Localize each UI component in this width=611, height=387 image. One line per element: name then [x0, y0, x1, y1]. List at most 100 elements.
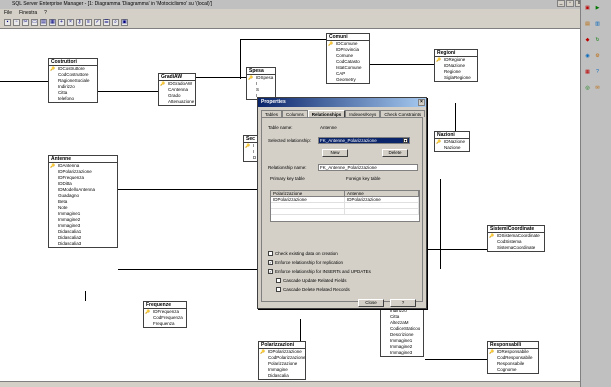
enforce-insert-update-checkbox[interactable]: ✓ Enforce relationship for INSERTs and U…: [268, 269, 371, 274]
status-bar: [0, 381, 580, 387]
tab-relationships[interactable]: Relationships: [307, 110, 346, 117]
dialog-tabs: Tables Columns Relationships Indexes/Key…: [261, 110, 426, 117]
new-table-icon[interactable]: ▦: [49, 19, 56, 26]
cascade-delete-checkbox[interactable]: Cascade Delete Related Records: [276, 287, 350, 292]
minimize-button[interactable]: _: [557, 0, 565, 7]
checkbox-box[interactable]: [276, 287, 281, 292]
menu-file[interactable]: File: [4, 9, 12, 17]
folder-icon[interactable]: ▤: [583, 20, 592, 29]
app-icon[interactable]: ▣: [583, 4, 592, 13]
relationship-line[interactable]: [440, 179, 441, 269]
relationship-icon[interactable]: ⚷: [76, 19, 83, 26]
restore-button[interactable]: ▫: [566, 0, 574, 7]
relationship-line[interactable]: [425, 249, 487, 250]
delete-icon[interactable]: ×: [67, 19, 74, 26]
help-icon[interactable]: ?: [593, 68, 602, 77]
check-existing-data-checkbox[interactable]: Check existing data on creation: [268, 251, 338, 256]
relationship-line[interactable]: [196, 77, 246, 78]
table-title: GradiAW: [159, 74, 195, 81]
tab-tables[interactable]: Tables: [261, 110, 283, 117]
database-icon[interactable]: ◉: [583, 52, 592, 61]
grid-row[interactable]: [271, 209, 419, 215]
checkbox-label: Enforce relationship for INSERTs and UPD…: [275, 269, 371, 274]
network-icon[interactable]: ◎: [583, 84, 592, 93]
chart-icon[interactable]: ▦: [583, 68, 592, 77]
table-sistemicoordinate[interactable]: SistemiCoordinate IDSistemaCoordinate Co…: [487, 225, 545, 252]
menu-window[interactable]: Finestra: [19, 9, 37, 17]
copy-icon[interactable]: ▭: [31, 19, 38, 26]
relationship-line[interactable]: [85, 291, 86, 301]
checkbox-box[interactable]: [268, 251, 273, 256]
checkbox-box[interactable]: [276, 278, 281, 283]
checkbox-box[interactable]: ✓: [268, 260, 273, 265]
tool-icon[interactable]: ◆: [583, 36, 592, 45]
columns-grid[interactable]: Polarizzazione Antenne IDPolarizzazione …: [270, 190, 420, 222]
cascade-update-checkbox[interactable]: Cascade Update Related Fields: [276, 278, 347, 283]
zoom-icon[interactable]: ⌕: [112, 19, 119, 26]
table-gradiaw[interactable]: GradiAW IDGradoAW CAntenna Grado Attenua…: [158, 73, 196, 106]
close-dialog-button[interactable]: Close: [358, 299, 384, 307]
checkbox-label: Enforce relationship for replication: [275, 260, 344, 265]
start-icon[interactable]: ▶: [593, 4, 602, 13]
relationship-line[interactable]: [118, 269, 258, 270]
properties-icon[interactable]: ☰: [103, 19, 110, 26]
relationship-line[interactable]: [98, 91, 158, 92]
layout-icon[interactable]: ▣: [121, 19, 128, 26]
pk-column[interactable]: IDPolarizzazione: [271, 197, 345, 202]
selected-relationship-label: Selected relationship:: [268, 138, 312, 143]
table-frequenze[interactable]: Frequenze IDFrequenza CodFrequenza Frequ…: [143, 301, 187, 328]
dialog-title-bar[interactable]: Properties ×: [258, 98, 426, 107]
close-icon[interactable]: ×: [418, 99, 425, 106]
table-polarizzazioni[interactable]: Polarizzazioni IDPolarizzazione CodPolar…: [258, 341, 306, 380]
settings-icon[interactable]: ⚙: [593, 52, 602, 61]
server-icon[interactable]: ▥: [593, 20, 602, 29]
selected-relationship-select[interactable]: FK_Antenne_Polarizzazione: [318, 137, 410, 144]
delete-button[interactable]: Delete: [382, 149, 408, 157]
refresh-icon[interactable]: ↻: [593, 36, 602, 45]
relationship-line[interactable]: [240, 39, 241, 79]
tab-check-constraints[interactable]: Check Constraints: [380, 110, 426, 117]
chevron-down-icon[interactable]: ▾: [403, 138, 408, 143]
table-antenne[interactable]: Antenne IDAntenna IDPolarizzazione IDFre…: [48, 155, 118, 248]
help-button[interactable]: ?: [390, 299, 416, 307]
checkbox-label: Cascade Delete Related Records: [283, 287, 350, 292]
enforce-replication-checkbox[interactable]: ✓ Enforce relationship for replication: [268, 260, 343, 265]
checkbox-label: Check existing data on creation: [275, 251, 338, 256]
print-icon[interactable]: ▫: [13, 19, 20, 26]
menu-bar: File Finestra ?: [0, 9, 580, 17]
checkbox-box[interactable]: ✓: [268, 269, 273, 274]
constraint-icon[interactable]: ✓: [94, 19, 101, 26]
table-title: Comuni: [327, 34, 369, 41]
menu-help[interactable]: ?: [44, 9, 47, 17]
table-costruttori[interactable]: Costruttori IDCostruttore CodCostruttore…: [48, 58, 98, 103]
pk-table-value: Polarizzazione: [271, 191, 345, 196]
table-title: Frequenze: [144, 302, 186, 309]
mail-icon[interactable]: ✉: [593, 84, 602, 93]
table-title: SistemiCoordinate: [488, 226, 544, 233]
table-title: Antenne: [49, 156, 117, 163]
table-spesa[interactable]: Spesa IDSpesa I S I: [246, 67, 276, 100]
new-button[interactable]: New: [322, 149, 348, 157]
relationship-line[interactable]: [455, 103, 456, 133]
fk-column[interactable]: IDPolarizzazione: [345, 197, 419, 202]
dialog-title: Properties: [261, 99, 286, 105]
add-table-icon[interactable]: +: [58, 19, 65, 26]
table-regioni[interactable]: Regioni IDRegione IDNazione Regione Sigl…: [434, 49, 478, 82]
table-nazioni[interactable]: Nazioni IDNazione Nazione: [434, 131, 470, 152]
relationship-line[interactable]: [240, 39, 326, 40]
paste-icon[interactable]: ▤: [40, 19, 47, 26]
relationship-line[interactable]: [0, 81, 48, 82]
tab-indexes-keys[interactable]: Indexes/Keys: [345, 110, 381, 117]
table-siti[interactable]: Indirizzo Citta AltezzaM CodiceStaticoo …: [380, 307, 424, 357]
relationship-line[interactable]: [370, 64, 434, 65]
table-comuni[interactable]: Comuni IDComune IDProvincia Comune CodCa…: [326, 33, 370, 84]
tab-columns[interactable]: Columns: [282, 110, 308, 117]
table-responsabili[interactable]: Responsabili IDResponsabile CodResponsab…: [487, 341, 539, 374]
relationship-line[interactable]: [118, 189, 258, 190]
relationship-line[interactable]: [300, 319, 301, 341]
relationship-line[interactable]: [425, 359, 487, 360]
save-icon[interactable]: ▪: [4, 19, 11, 26]
index-icon[interactable]: ≡: [85, 19, 92, 26]
cut-icon[interactable]: ✂: [22, 19, 29, 26]
relationship-name-input[interactable]: FK_Antenne_Polarizzazione: [318, 164, 418, 171]
